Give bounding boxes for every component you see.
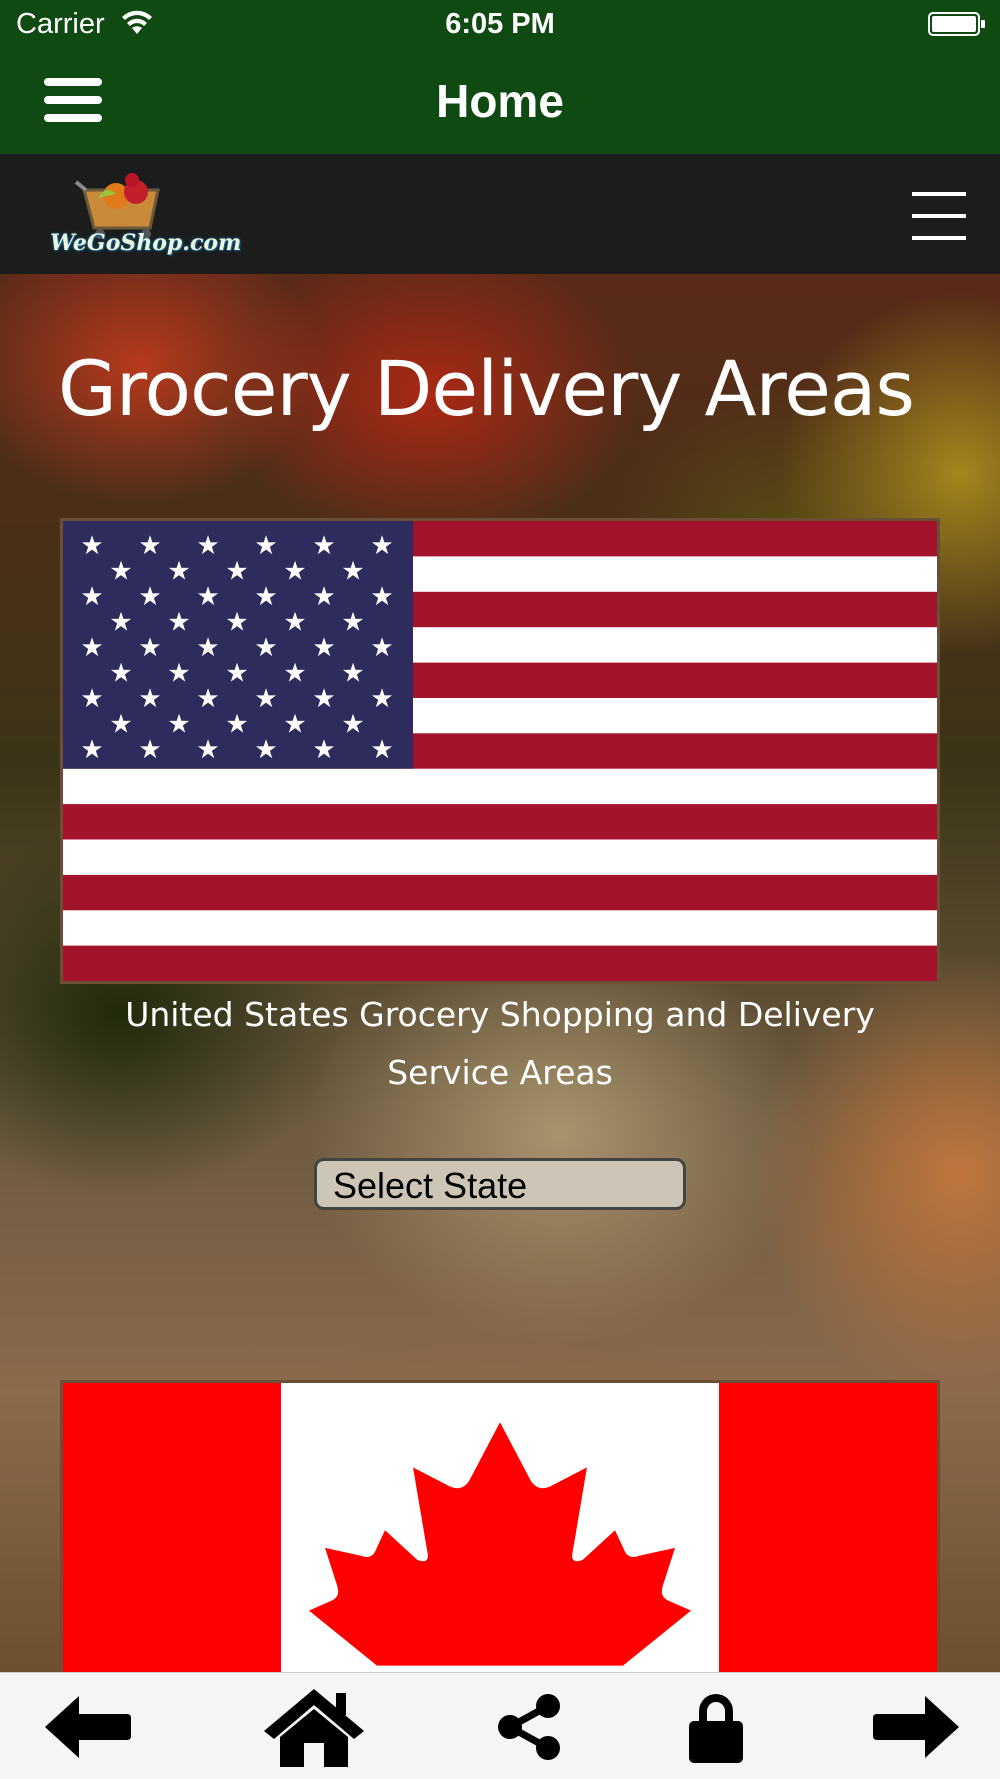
page-heading: Grocery Delivery Areas: [58, 344, 915, 433]
svg-text:★: ★: [370, 582, 393, 612]
svg-text:★: ★: [341, 608, 364, 638]
us-flag-image[interactable]: ★ ★ ★ ★ ★ ★ ★ ★ ★ ★ ★ ★ ★ ★ ★ ★ ★ ★ ★ ★ ★ ★ ★ ★ ★ ★ ★ ★ ★ ★ ★ ★ ★ ★ ★ ★ ★ ★ ★ ★…: [60, 518, 940, 984]
svg-text:★: ★: [341, 557, 364, 587]
svg-text:★: ★: [283, 659, 306, 689]
status-bar: Carrier 6:05 PM: [0, 0, 1000, 52]
svg-text:★: ★: [254, 582, 277, 612]
svg-text:★: ★: [80, 633, 103, 663]
bottom-toolbar: [0, 1672, 1000, 1779]
svg-text:★: ★: [80, 735, 103, 765]
svg-text:★: ★: [138, 582, 161, 612]
app-header: Home: [0, 52, 1000, 154]
svg-text:★: ★: [225, 659, 248, 689]
svg-text:★: ★: [283, 557, 306, 587]
svg-text:★: ★: [196, 531, 219, 561]
canada-flag-image[interactable]: [60, 1380, 940, 1672]
svg-text:★: ★: [254, 735, 277, 765]
canada-flag-icon: [63, 1383, 937, 1672]
svg-text:★: ★: [312, 684, 335, 714]
svg-text:★: ★: [225, 557, 248, 587]
svg-text:★: ★: [196, 735, 219, 765]
svg-text:★: ★: [80, 582, 103, 612]
us-caption: United States Grocery Shopping and Deliv…: [125, 995, 875, 1092]
home-button[interactable]: [264, 1687, 364, 1767]
svg-text:★: ★: [341, 659, 364, 689]
svg-text:★: ★: [370, 684, 393, 714]
svg-text:★: ★: [109, 557, 132, 587]
svg-text:★: ★: [138, 684, 161, 714]
svg-text:★: ★: [109, 659, 132, 689]
main-content: Grocery Delivery Areas ★ ★ ★ ★ ★ ★ ★ ★ ★ ★ ★ ★ ★ ★ ★ ★ ★…: [0, 274, 1000, 1672]
logo-text: WeGoShop.com: [50, 230, 242, 256]
forward-button[interactable]: [870, 1687, 962, 1767]
svg-text:★: ★: [109, 710, 132, 740]
svg-text:★: ★: [370, 531, 393, 561]
svg-text:★: ★: [370, 633, 393, 663]
forward-arrow-icon: [873, 1696, 959, 1758]
svg-text:★: ★: [138, 735, 161, 765]
back-button[interactable]: [42, 1687, 134, 1767]
svg-text:★: ★: [167, 659, 190, 689]
svg-text:★: ★: [167, 557, 190, 587]
page-title: Home: [436, 75, 564, 127]
battery-icon: [928, 12, 985, 36]
svg-text:★: ★: [283, 710, 306, 740]
svg-text:★: ★: [312, 735, 335, 765]
svg-text:★: ★: [167, 608, 190, 638]
share-icon: [498, 1694, 560, 1760]
svg-text:★: ★: [312, 633, 335, 663]
svg-text:★: ★: [80, 684, 103, 714]
svg-text:★: ★: [312, 531, 335, 561]
svg-text:★: ★: [254, 633, 277, 663]
svg-text:★: ★: [167, 710, 190, 740]
site-menu-icon[interactable]: [912, 192, 966, 240]
svg-text:★: ★: [196, 633, 219, 663]
svg-text:★: ★: [138, 531, 161, 561]
state-select-value: Select State: [333, 1165, 528, 1206]
share-button[interactable]: [494, 1687, 564, 1767]
svg-text:★: ★: [341, 710, 364, 740]
home-icon: [264, 1689, 364, 1767]
lock-button[interactable]: [686, 1687, 746, 1767]
svg-text:★: ★: [254, 684, 277, 714]
lock-icon: [689, 1694, 743, 1763]
status-time: 6:05 PM: [445, 8, 555, 40]
back-arrow-icon: [45, 1696, 131, 1758]
svg-text:★: ★: [312, 582, 335, 612]
svg-text:★: ★: [109, 608, 132, 638]
svg-text:★: ★: [283, 608, 306, 638]
svg-text:★: ★: [138, 633, 161, 663]
svg-text:★: ★: [225, 608, 248, 638]
svg-text:★: ★: [254, 531, 277, 561]
site-nav-bar: WeGoShop.com: [0, 154, 1000, 274]
us-flag-icon: ★ ★ ★ ★ ★ ★★ ★ ★ ★ ★★ ★ ★ ★ ★ ★★ ★ ★ ★ ★★ ★ ★ ★ ★ ★★ ★ ★ ★ ★★ ★ ★ ★ ★ ★★…: [63, 521, 937, 981]
svg-text:★: ★: [225, 710, 248, 740]
svg-text:★: ★: [196, 684, 219, 714]
svg-text:★: ★: [196, 582, 219, 612]
svg-text:★: ★: [370, 735, 393, 765]
state-select[interactable]: Select State: [314, 1158, 686, 1210]
svg-text:★: ★: [80, 531, 103, 561]
